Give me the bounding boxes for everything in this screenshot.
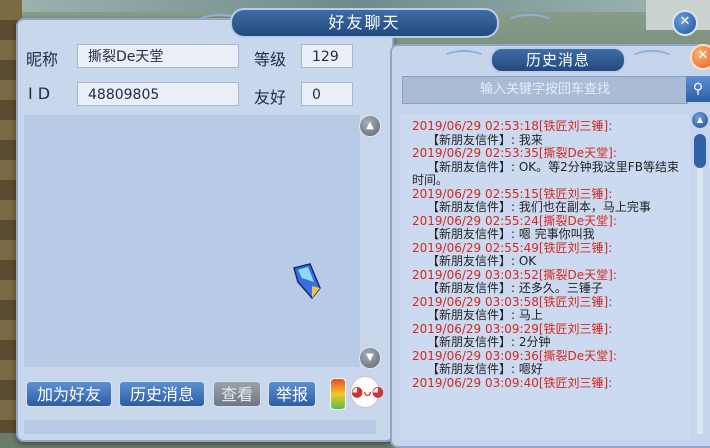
level-value: 129 <box>301 44 353 68</box>
message-body: 【新朋友信件】: 嗯好 <box>427 362 543 376</box>
crystal-item-icon[interactable] <box>290 262 324 300</box>
view-button[interactable]: 查看 <box>213 381 261 407</box>
message-header: 2019/06/29 02:53:18[铁匠刘三锤]: <box>412 119 613 133</box>
message-header: 2019/06/29 02:53:35[撕裂De天堂]: <box>412 146 617 160</box>
chat-close-icon[interactable]: ✕ <box>672 10 698 36</box>
search-icon[interactable]: ⚲ <box>686 76 710 102</box>
history-message: 2019/06/29 02:53:35[撕裂De天堂]: 【新朋友信件】: OK。… <box>400 146 690 188</box>
history-message: 2019/06/29 02:53:18[铁匠刘三锤]: 【新朋友信件】: 我来 <box>400 119 690 147</box>
message-header: 2019/06/29 03:09:29[铁匠刘三锤]: <box>412 321 613 336</box>
chat-message-area[interactable] <box>24 115 360 367</box>
message-body: 【新朋友信件】: 马上 <box>427 308 543 322</box>
history-message: 2019/06/29 03:03:52[撕裂De天堂]: 【新朋友信件】: 还多久… <box>400 267 690 296</box>
history-search-input[interactable]: 输入关键字按回车查找 <box>402 76 688 104</box>
history-message: 2019/06/29 02:55:15[铁匠刘三锤]: 【新朋友信件】: 我们也在… <box>400 186 690 215</box>
history-message: 2019/06/29 02:55:24[撕裂De天堂]: 【新朋友信件】: 嗯 完… <box>400 213 690 242</box>
friendship-label: 友好 <box>254 88 287 107</box>
chat-input-field[interactable] <box>24 420 376 434</box>
chevron-up-icon[interactable]: ▲ <box>359 115 381 137</box>
message-body: 【新朋友信件】: 还多久。三锤子 <box>427 281 603 295</box>
message-body: 【新朋友信件】: 嗯 完事你叫我 <box>427 227 595 241</box>
history-scroll-track[interactable] <box>697 168 703 434</box>
message-header: 2019/06/29 03:09:36[撕裂De天堂]: <box>412 348 617 363</box>
history-message: 2019/06/29 03:09:36[撕裂De天堂]: 【新朋友信件】: 嗯好 <box>400 348 690 377</box>
history-message: 2019/06/29 03:09:40[铁匠刘三锤]: <box>400 375 690 391</box>
chat-scroll-track[interactable] <box>367 135 373 347</box>
history-scroll-thumb[interactable] <box>694 134 706 168</box>
history-scrollbar[interactable]: ▲ <box>690 112 710 434</box>
add-friend-button[interactable]: 加为好友 <box>26 381 112 407</box>
history-message: 2019/06/29 03:03:58[铁匠刘三锤]: 【新朋友信件】: 马上 <box>400 294 690 323</box>
message-header: 2019/06/29 03:03:52[撕裂De天堂]: <box>412 267 617 282</box>
title-ornament-right <box>506 14 554 32</box>
message-header: 2019/06/29 02:55:49[铁匠刘三锤]: <box>412 240 613 255</box>
nickname-label: 昵称 <box>26 50 59 69</box>
history-ornament-left <box>442 50 486 68</box>
chevron-down-icon[interactable]: ▼ <box>359 347 381 369</box>
chat-scrollbar[interactable]: ▲ ▼ <box>359 115 381 369</box>
message-body: 【新朋友信件】: 2分钟 <box>427 335 551 349</box>
emoticon-icon[interactable]: ◕ᴗ◕ <box>350 376 384 408</box>
friendship-value: 0 <box>301 82 353 106</box>
history-ornament-right <box>630 50 674 68</box>
message-header: 2019/06/29 03:09:40[铁匠刘三锤]: <box>412 375 613 390</box>
message-body: 【新朋友信件】: OK <box>427 254 537 268</box>
history-message-log[interactable]: 2019/06/29 02:53:18[铁匠刘三锤]: 【新朋友信件】: 我来 20… <box>400 114 690 440</box>
message-header: 2019/06/29 02:55:24[撕裂De天堂]: <box>412 213 617 228</box>
message-body: 【新朋友信件】: OK。等2分钟我这里FB等结束时间。 <box>412 159 679 187</box>
chevron-up-icon[interactable]: ▲ <box>692 112 708 128</box>
history-button[interactable]: 历史消息 <box>119 381 205 407</box>
message-header: 2019/06/29 03:03:58[铁匠刘三锤]: <box>412 294 613 309</box>
history-message: 2019/06/29 03:09:29[铁匠刘三锤]: 【新朋友信件】: 2分钟 <box>400 321 690 350</box>
history-message: 2019/06/29 02:55:49[铁匠刘三锤]: 【新朋友信件】: OK <box>400 240 690 269</box>
id-label: I D <box>28 84 51 103</box>
message-header: 2019/06/29 02:55:15[铁匠刘三锤]: <box>412 186 613 201</box>
signal-meter-icon <box>330 378 346 410</box>
message-body: 【新朋友信件】: 我们也在副本，马上完事 <box>427 200 651 214</box>
id-value: 48809805 <box>77 82 239 106</box>
nickname-value: 撕裂De天堂 <box>77 44 239 68</box>
report-button[interactable]: 举报 <box>268 381 316 407</box>
level-label: 等级 <box>254 50 287 69</box>
history-close-icon[interactable]: ✕ <box>690 44 710 70</box>
history-window-title: 历史消息 <box>490 47 626 73</box>
chat-window-title: 好友聊天 <box>230 8 499 38</box>
message-body: 【新朋友信件】: 我来 <box>427 132 543 147</box>
